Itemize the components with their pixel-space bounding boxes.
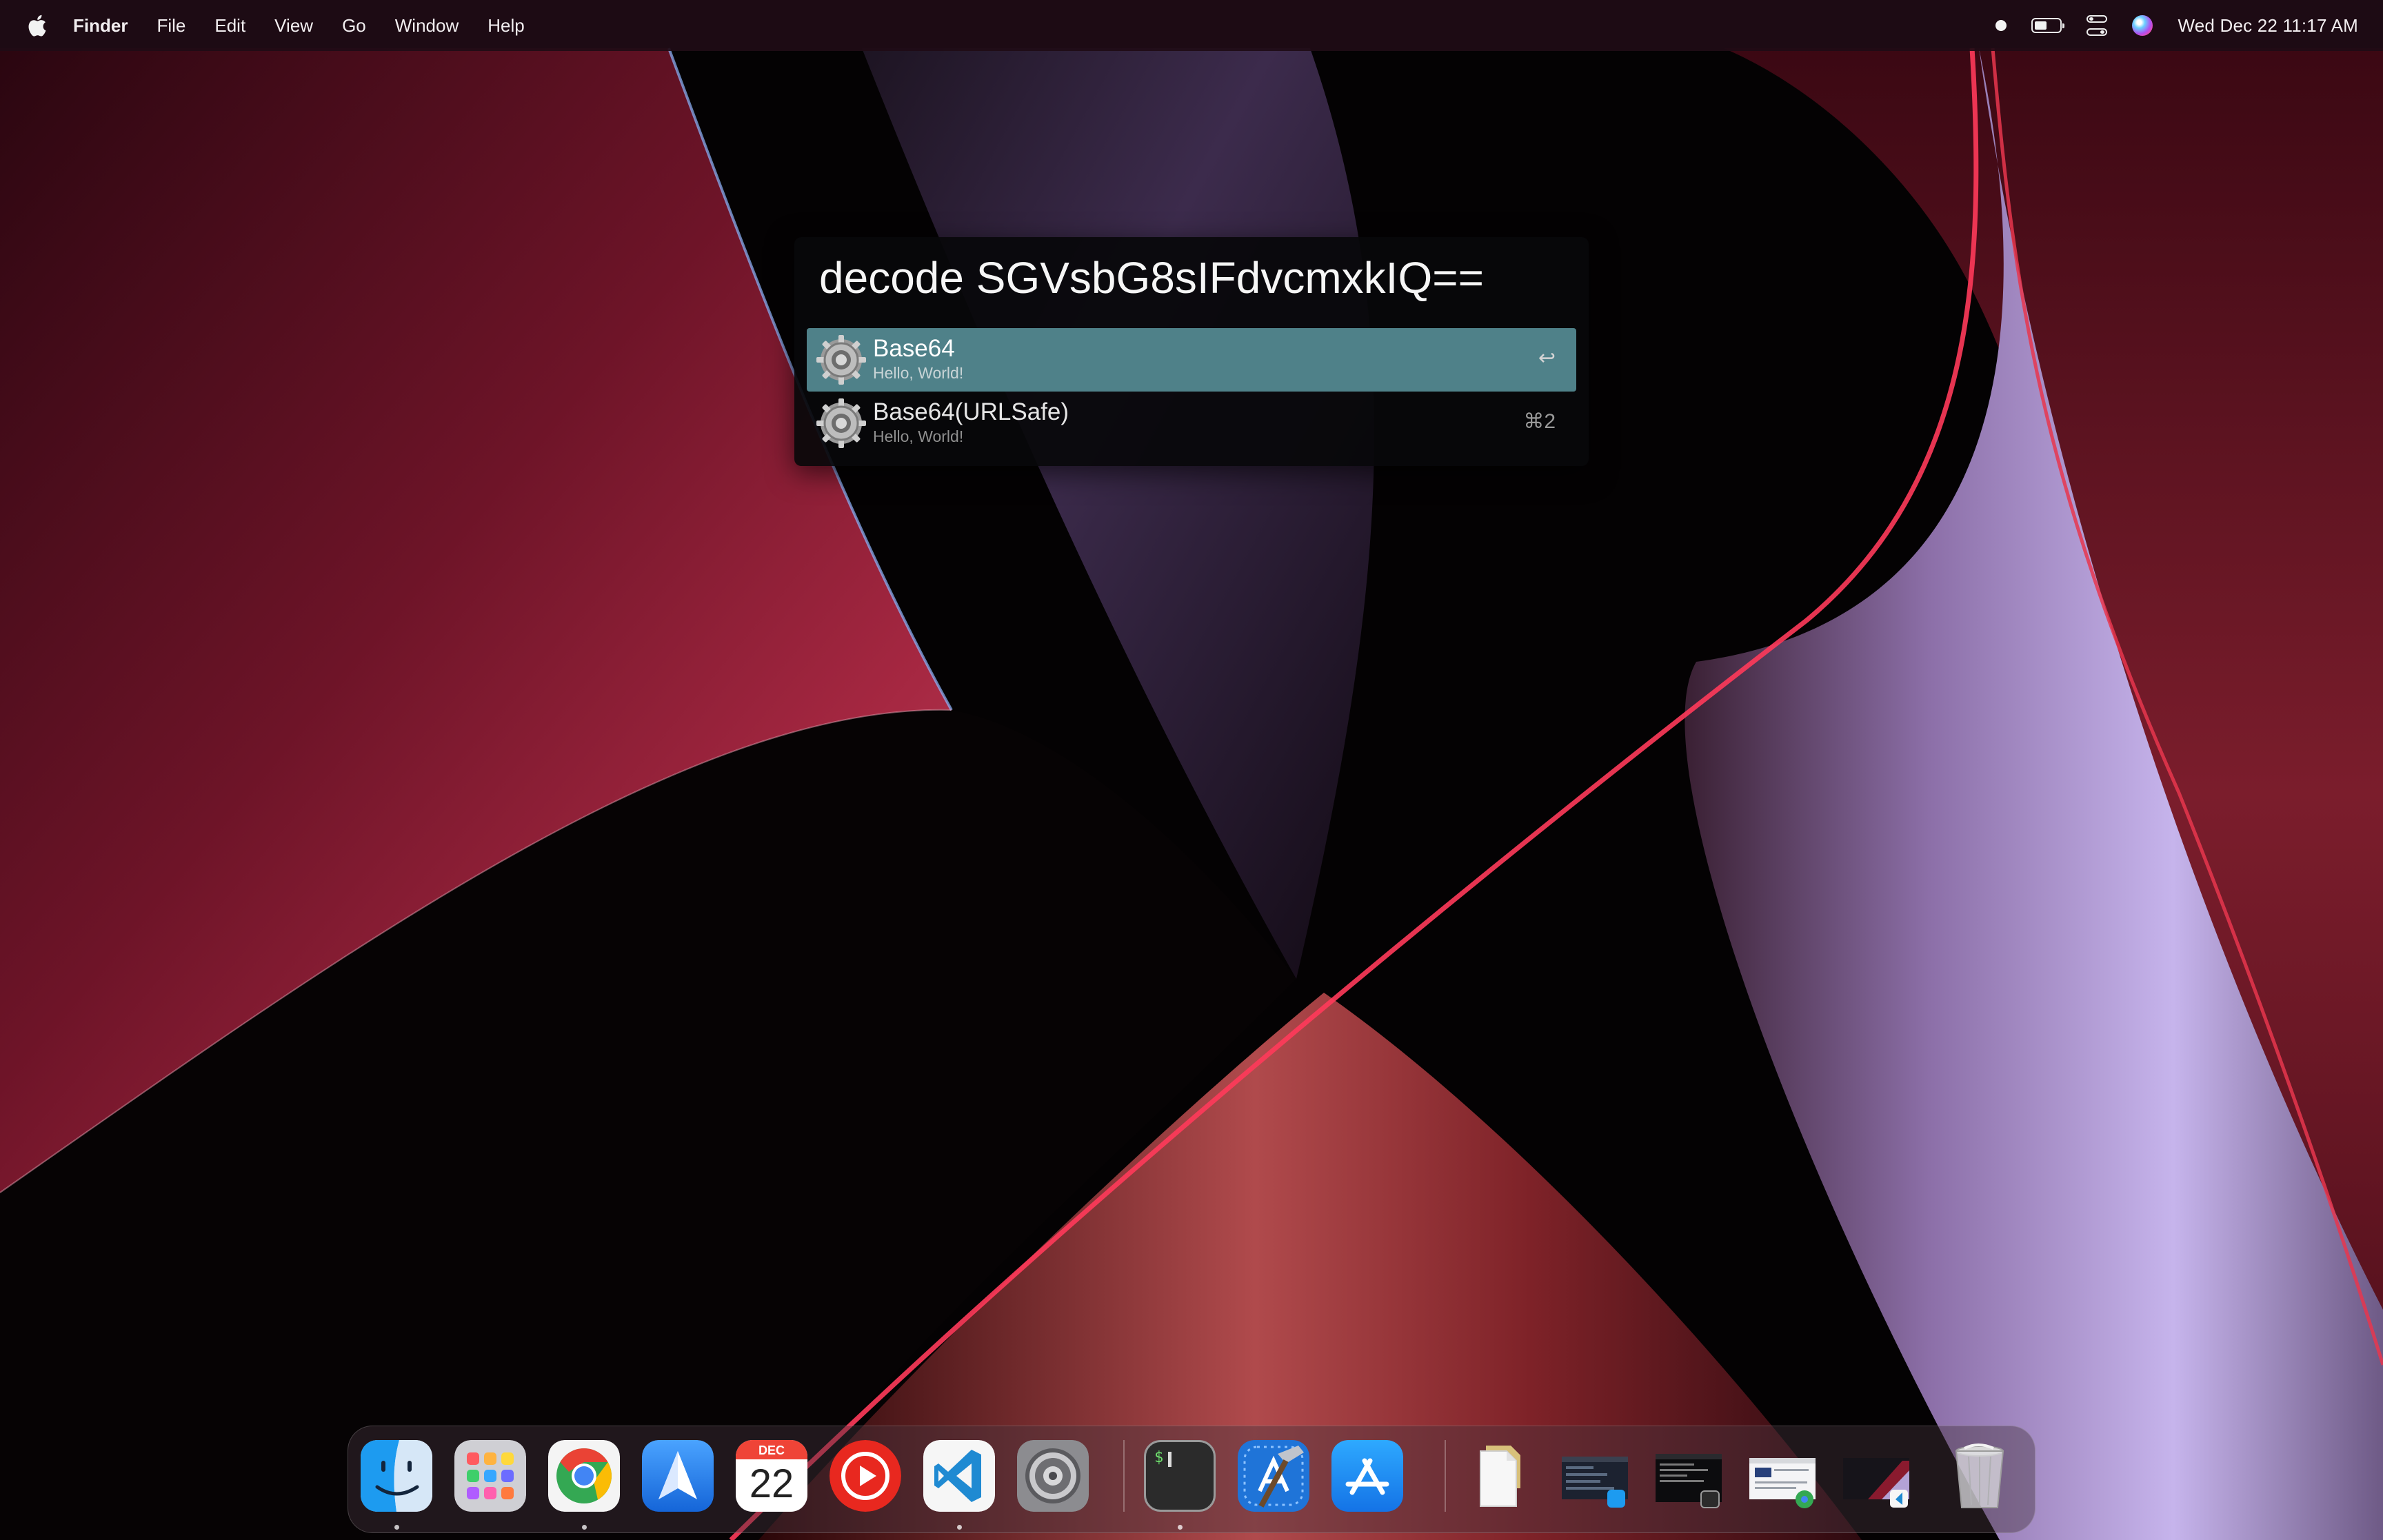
play-icon xyxy=(829,1440,901,1512)
menu-window[interactable]: Window xyxy=(395,15,459,37)
minimized-window-thumbnail xyxy=(1749,1458,1816,1508)
dock-minimized-finder-window[interactable] xyxy=(1556,1437,1633,1514)
result-title: Base64(URLSafe) xyxy=(873,398,1069,425)
menu-help[interactable]: Help xyxy=(487,15,524,37)
gear-icon xyxy=(816,398,866,448)
result-subtitle: Hello, World! xyxy=(873,427,964,445)
menu-bar: Finder File Edit View Go Window Help Wed… xyxy=(0,0,2383,51)
running-indicator xyxy=(394,1525,399,1530)
desktop-wallpaper xyxy=(0,0,2383,1540)
control-center-icon[interactable] xyxy=(2087,15,2108,36)
minimized-window-thumbnail xyxy=(1843,1458,1909,1508)
document-stack-icon xyxy=(1480,1446,1520,1507)
dock-app-spark[interactable] xyxy=(639,1437,716,1514)
battery-icon[interactable] xyxy=(2031,18,2065,33)
vscode-icon xyxy=(923,1440,995,1512)
dock-minimized-chrome-window[interactable] xyxy=(1744,1437,1821,1514)
dock-app-system-preferences[interactable] xyxy=(1014,1437,1092,1514)
trash-icon xyxy=(1955,1443,2004,1508)
dock-downloads-stack[interactable] xyxy=(1462,1437,1540,1514)
xcode-icon xyxy=(1238,1440,1309,1512)
dock: DEC 22 $ xyxy=(348,1426,2035,1533)
status-area: Wed Dec 22 11:17 AM xyxy=(1971,0,2358,51)
dock-trash[interactable] xyxy=(1941,1437,2018,1514)
running-indicator xyxy=(957,1525,962,1530)
app-store-icon xyxy=(1331,1440,1403,1512)
battery-level xyxy=(2035,21,2047,30)
siri-icon[interactable] xyxy=(2132,15,2153,36)
gear-icon xyxy=(816,335,866,385)
dock-app-vscode[interactable] xyxy=(921,1437,998,1530)
menu-go[interactable]: Go xyxy=(342,15,366,37)
return-key-icon: ↩ xyxy=(1538,347,1556,369)
dock-app-youtube-music[interactable] xyxy=(827,1437,904,1514)
menu-edit[interactable]: Edit xyxy=(214,15,245,37)
finder-icon xyxy=(361,1440,432,1512)
launcher-window: decode SGVsbG8sIFdvcmxkIQ== Base64 Hello… xyxy=(794,237,1589,466)
result-subtitle: Hello, World! xyxy=(873,364,964,382)
dock-app-calendar[interactable]: DEC 22 xyxy=(733,1437,810,1514)
spark-icon xyxy=(642,1440,714,1512)
dock-separator xyxy=(1123,1440,1125,1512)
dock-app-chrome[interactable] xyxy=(545,1437,623,1530)
chrome-icon xyxy=(548,1440,620,1512)
minimized-window-thumbnail xyxy=(1656,1454,1722,1508)
result-title: Base64 xyxy=(873,335,955,362)
running-indicator xyxy=(582,1525,587,1530)
apple-icon[interactable] xyxy=(26,12,50,39)
calendar-month: DEC xyxy=(736,1440,807,1459)
system-preferences-icon xyxy=(1017,1440,1089,1512)
terminal-icon: $ xyxy=(1144,1440,1216,1512)
menu-clock[interactable]: Wed Dec 22 11:17 AM xyxy=(2178,15,2358,37)
terminal-prompt: $ xyxy=(1154,1449,1164,1466)
dock-separator xyxy=(1445,1440,1446,1512)
dock-app-terminal[interactable]: $ xyxy=(1141,1437,1218,1530)
calendar-icon: DEC 22 xyxy=(736,1440,807,1512)
dock-app-app-store[interactable] xyxy=(1329,1437,1406,1514)
minimized-window-thumbnail xyxy=(1562,1457,1628,1508)
result-item-base64-urlsafe[interactable]: Base64(URLSafe) Hello, World! ⌘2 xyxy=(807,392,1576,455)
dock-app-xcode[interactable] xyxy=(1235,1437,1312,1514)
dock-app-launchpad[interactable] xyxy=(452,1437,529,1514)
menu-view[interactable]: View xyxy=(274,15,313,37)
dock-app-finder[interactable] xyxy=(358,1437,435,1530)
calendar-day: 22 xyxy=(749,1461,794,1506)
menu-app-name[interactable]: Finder xyxy=(73,15,128,37)
result-item-base64[interactable]: Base64 Hello, World! ↩ xyxy=(807,328,1576,392)
dock-minimized-vscode-window[interactable] xyxy=(1838,1437,1915,1514)
recording-indicator-icon[interactable] xyxy=(1995,20,2007,31)
dock-minimized-terminal-window[interactable] xyxy=(1650,1437,1727,1514)
launchpad-icon xyxy=(454,1440,526,1512)
launcher-query-input[interactable]: decode SGVsbG8sIFdvcmxkIQ== xyxy=(819,252,1484,303)
menu-file[interactable]: File xyxy=(157,15,185,37)
result-shortcut: ⌘2 xyxy=(1523,410,1556,433)
running-indicator xyxy=(1178,1525,1183,1530)
